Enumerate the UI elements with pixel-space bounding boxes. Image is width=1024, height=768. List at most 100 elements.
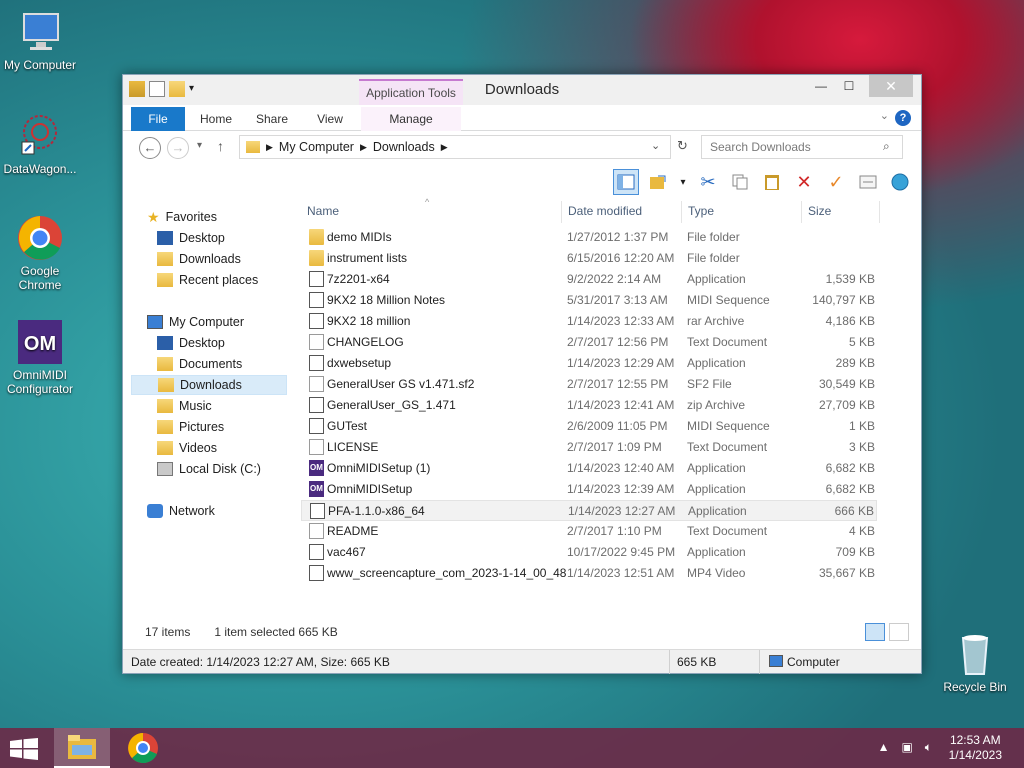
nav-pc-desktop[interactable]: Desktop [157, 333, 313, 353]
tab-file[interactable]: File [131, 107, 185, 131]
column-date-modified[interactable]: Date modified [568, 204, 642, 218]
breadcrumb-downloads[interactable]: Downloads [373, 140, 435, 154]
nav-my-computer[interactable]: My Computer [147, 312, 303, 332]
search-input[interactable]: Search Downloads [701, 135, 903, 159]
preview-pane-icon[interactable] [613, 169, 639, 195]
tab-home[interactable]: Home [191, 107, 241, 131]
chevron-down-icon[interactable]: ⌄ [651, 139, 660, 152]
close-button[interactable]: ✕ [869, 75, 913, 97]
table-row[interactable]: vac467 10/17/2022 9:45 PM Application 709 K… [301, 542, 877, 563]
nav-pc-pictures[interactable]: Pictures [157, 417, 313, 437]
cut-icon[interactable]: ✂ [695, 169, 721, 195]
minimize-button[interactable]: — [807, 75, 835, 97]
clock[interactable]: 12:53 AM 1/14/2023 [949, 733, 1002, 763]
table-row[interactable]: OM OmniMIDISetup 1/14/2023 12:39 AM Applica… [301, 479, 877, 500]
table-row[interactable]: demo MIDIs 1/27/2012 1:37 PM File folder [301, 227, 877, 248]
up-button[interactable]: ↑ [217, 138, 224, 154]
table-row[interactable]: www_screencapture_com_2023-1-14_00_48 1/1… [301, 563, 877, 584]
tab-view[interactable]: View [305, 107, 355, 131]
refresh-icon[interactable]: ↻ [677, 138, 688, 154]
large-icons-view-button[interactable] [889, 623, 909, 641]
desktop-icon-my-computer[interactable]: My Computer [0, 8, 80, 72]
status-details: Date created: 1/14/2023 12:27 AM, Size: … [131, 655, 390, 669]
column-type[interactable]: Type [688, 204, 714, 218]
file-size: 289 KB [835, 356, 875, 370]
desktop-icon-google-chrome[interactable]: Google Chrome [0, 214, 80, 292]
nav-fav-recent[interactable]: Recent places [157, 270, 313, 290]
chevron-down-icon[interactable]: ▾ [677, 169, 689, 195]
column-size[interactable]: Size [808, 204, 831, 218]
table-row[interactable]: 7z2201-x64 9/2/2022 2:14 AM Application 1,5… [301, 269, 877, 290]
table-row[interactable]: README 2/7/2017 1:10 PM Text Document 4 KB [301, 521, 877, 542]
nav-pc-local-disk[interactable]: Local Disk (C:) [157, 459, 313, 479]
show-hidden-icons-icon[interactable]: ▲ [878, 740, 890, 755]
nav-pc-videos[interactable]: Videos [157, 438, 313, 458]
taskbar-file-explorer[interactable] [54, 728, 110, 768]
checkmark-icon[interactable]: ✓ [823, 169, 849, 195]
table-row[interactable]: 9KX2 18 million 1/14/2023 12:33 AM rar Arc… [301, 311, 877, 332]
table-row[interactable]: GUTest 2/6/2009 11:05 PM MIDI Sequence 1 KB [301, 416, 877, 437]
table-row[interactable]: 9KX2 18 Million Notes 5/31/2017 3:13 AM MI… [301, 290, 877, 311]
desktop-icon-recycle-bin[interactable]: Recycle Bin [935, 630, 1015, 694]
nav-pc-documents[interactable]: Documents [157, 354, 313, 374]
breadcrumb-my-computer[interactable]: My Computer [279, 140, 354, 154]
nav-pc-downloads[interactable]: Downloads [131, 375, 287, 395]
nav-pc-music[interactable]: Music [157, 396, 313, 416]
search-icon[interactable]: ⌕ [883, 139, 890, 154]
table-row[interactable]: instrument lists 6/15/2016 12:20 AM File f… [301, 248, 877, 269]
forward-button[interactable]: → [167, 137, 189, 159]
chevron-right-icon[interactable]: ▶ [266, 142, 273, 153]
address-field[interactable]: ▶ My Computer ▶ Downloads ▶ [239, 135, 671, 159]
text-file-icon [309, 523, 324, 539]
ribbon-expand-icon[interactable]: ⌄ [880, 109, 889, 122]
start-button[interactable] [10, 738, 38, 760]
table-row[interactable]: PFA-1.1.0-x86_64 1/14/2023 12:27 AM Applic… [301, 500, 877, 521]
desktop-icon-omnimidi[interactable]: OM OmniMIDI Configurator [0, 318, 80, 396]
nav-label: Recent places [179, 273, 259, 287]
downloads-folder-icon [157, 252, 173, 266]
7zip-icon [309, 271, 324, 287]
desktop-icon-datawagon[interactable]: DataWagon... [0, 112, 80, 176]
column-name[interactable]: Name [307, 204, 339, 218]
maximize-button[interactable]: ☐ [835, 75, 863, 97]
file-name: dxwebsetup [327, 356, 392, 370]
paste-icon[interactable] [759, 169, 785, 195]
network-tray-icon[interactable]: ▣ [901, 740, 912, 755]
table-row[interactable]: GeneralUser GS v1.471.sf2 2/7/2017 12:55 … [301, 374, 877, 395]
chevron-right-icon[interactable]: ▶ [360, 142, 367, 153]
tab-manage[interactable]: Manage [361, 107, 461, 131]
table-row[interactable]: GeneralUser_GS_1.471 1/14/2023 12:41 AM zi… [301, 395, 877, 416]
table-row[interactable]: dxwebsetup 1/14/2023 12:29 AM Application 2… [301, 353, 877, 374]
recent-locations-icon[interactable]: ▾ [197, 140, 202, 151]
file-type: MP4 Video [687, 566, 746, 580]
nav-fav-desktop[interactable]: Desktop [157, 228, 313, 248]
tab-share[interactable]: Share [247, 107, 297, 131]
file-date: 2/7/2017 12:55 PM [567, 377, 669, 391]
chrome-icon [16, 214, 64, 262]
volume-icon[interactable]: 🔈︎ [925, 740, 932, 755]
taskbar-chrome[interactable] [115, 728, 171, 768]
nav-favorites[interactable]: ★ Favorites [147, 207, 303, 227]
file-date: 1/14/2023 12:40 AM [567, 461, 675, 475]
table-row[interactable]: OM OmniMIDISetup (1) 1/14/2023 12:40 AM App… [301, 458, 877, 479]
globe-icon[interactable] [887, 169, 913, 195]
file-name: 7z2201-x64 [327, 272, 390, 286]
table-row[interactable]: CHANGELOG 2/7/2017 12:56 PM Text Document 5… [301, 332, 877, 353]
table-row[interactable]: LICENSE 2/7/2017 1:09 PM Text Document 3 KB [301, 437, 877, 458]
folder-options-icon[interactable] [645, 169, 671, 195]
properties-icon[interactable] [855, 169, 881, 195]
details-view-button[interactable] [865, 623, 885, 641]
copy-icon[interactable] [727, 169, 753, 195]
chevron-right-icon[interactable]: ▶ [441, 142, 448, 153]
nav-fav-downloads[interactable]: Downloads [157, 249, 313, 269]
file-size: 6,682 KB [825, 461, 875, 475]
command-toolbar: ▾ ✂ ✕ ✓ [613, 167, 913, 197]
back-button[interactable]: ← [139, 137, 161, 159]
nav-label: Videos [179, 441, 217, 455]
nav-network[interactable]: Network [147, 501, 303, 521]
file-size: 709 KB [835, 545, 875, 559]
delete-icon[interactable]: ✕ [791, 169, 817, 195]
selection-info: 1 item selected 665 KB [214, 625, 338, 639]
desktop-icon [157, 336, 173, 350]
help-button[interactable]: ? [895, 110, 911, 126]
